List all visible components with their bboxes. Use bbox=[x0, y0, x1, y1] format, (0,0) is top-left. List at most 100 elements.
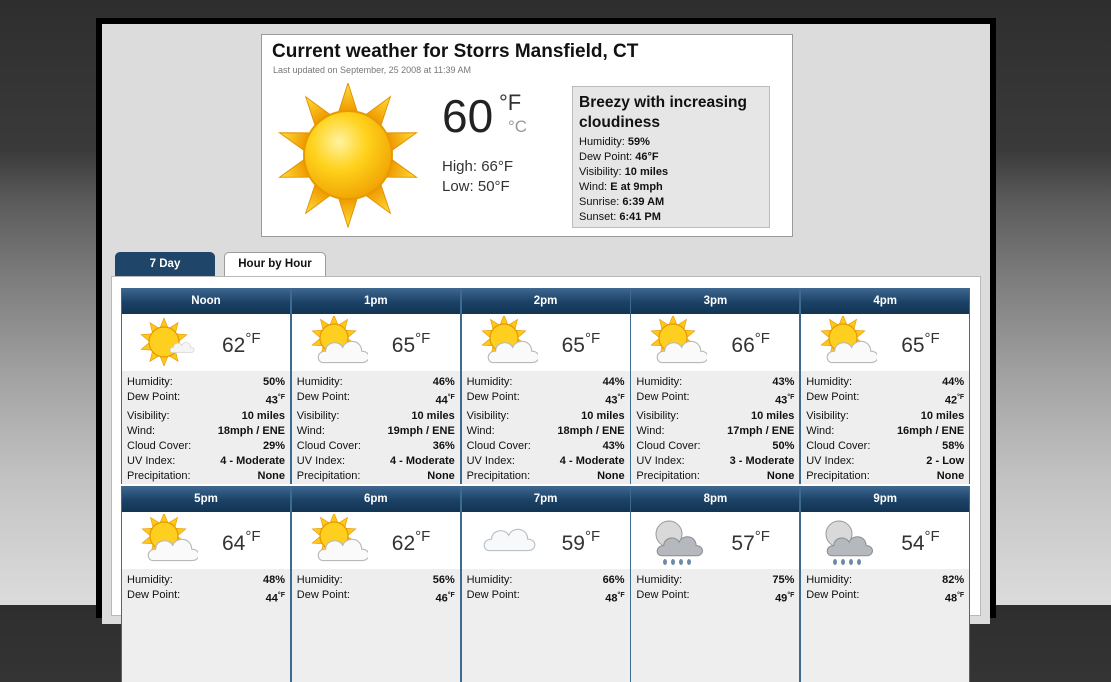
hour-icon-area: 57°F bbox=[631, 512, 800, 569]
hour-temperature: 65°F bbox=[901, 330, 940, 357]
detail-row: Precipitation: None bbox=[806, 469, 965, 482]
hour-details: Humidity: 50% Dew Point: 43°F Visibility: 10 … bbox=[122, 371, 290, 484]
hour-label: 5pm bbox=[122, 486, 290, 512]
detail-row: Dew Point: 43°F bbox=[466, 391, 625, 407]
hour-label: 4pm bbox=[801, 288, 970, 314]
hour-temperature: 65°F bbox=[391, 330, 431, 357]
hour-forecast-cell: 7pm 59°F Humidity: 66% Dew Point: 48°F bbox=[460, 486, 631, 682]
detail-row: Humidity: 56% bbox=[296, 574, 455, 586]
detail-row: Precipitation: None bbox=[636, 469, 795, 482]
hour-details: Humidity: 66% Dew Point: 48°F bbox=[461, 569, 630, 682]
fahrenheit-unit[interactable]: °F bbox=[499, 90, 521, 116]
detail-row: UV Index: 2 - Low bbox=[806, 454, 965, 467]
hour-icon-area: 62°F bbox=[122, 314, 290, 371]
detail-row: Humidity: 75% bbox=[636, 574, 795, 586]
current-title: Current weather for Storrs Mansfield, CT bbox=[272, 41, 639, 62]
hour-label: 7pm bbox=[461, 486, 630, 512]
hour-forecast-cell: 4pm 65°F Humidity: 44% Dew Point: 42°F Visibi… bbox=[800, 288, 971, 484]
detail-row: Dew Point: 42°F bbox=[806, 391, 965, 407]
partly-cloudy-icon bbox=[311, 316, 368, 364]
detail-row: Visibility: 10 miles bbox=[127, 409, 285, 422]
detail-row: Dew Point: 49°F bbox=[636, 589, 795, 605]
detail-row: Dew Point: 43°F bbox=[127, 391, 285, 407]
hour-forecast-cell: 8pm 57°F Humidity: 75% Dew Point: 49°F bbox=[630, 486, 801, 682]
detail-row: Humidity: 44% bbox=[466, 376, 625, 388]
detail-row: Dew Point: 44°F bbox=[296, 391, 455, 407]
detail-row: Cloud Cover: 50% bbox=[636, 439, 795, 452]
condition-detail-row: Humidity: 59% bbox=[579, 136, 650, 148]
hour-details: Humidity: 44% Dew Point: 42°F Visibility: 10 … bbox=[801, 371, 970, 484]
detail-row: Cloud Cover: 58% bbox=[806, 439, 965, 452]
hour-icon-area: 62°F bbox=[291, 512, 460, 569]
detail-row: Dew Point: 48°F bbox=[466, 589, 625, 605]
detail-row: Dew Point: 46°F bbox=[296, 589, 455, 605]
hour-label: 1pm bbox=[291, 288, 460, 314]
detail-row: Humidity: 44% bbox=[806, 376, 965, 388]
detail-row: UV Index: 4 - Moderate bbox=[466, 454, 625, 467]
detail-row: Wind: 17mph / ENE bbox=[636, 424, 795, 437]
tab-7-day[interactable]: 7 Day bbox=[115, 252, 215, 276]
hour-temperature: 59°F bbox=[561, 528, 601, 555]
detail-row: UV Index: 3 - Moderate bbox=[636, 454, 795, 467]
detail-row: Precipitation: None bbox=[127, 469, 285, 482]
current-weather-box: Current weather for Storrs Mansfield, CT… bbox=[261, 34, 793, 237]
condition-detail-row: Sunset: 6:41 PM bbox=[579, 211, 661, 223]
detail-row: Humidity: 66% bbox=[466, 574, 625, 586]
low-temperature: Low: 50°F bbox=[442, 178, 510, 195]
detail-row: Humidity: 46% bbox=[296, 376, 455, 388]
hour-label: 2pm bbox=[461, 288, 630, 314]
hour-temperature: 64°F bbox=[222, 528, 261, 555]
detail-row: Visibility: 10 miles bbox=[466, 409, 625, 422]
hour-temperature: 66°F bbox=[731, 330, 770, 357]
hour-icon-area: 66°F bbox=[631, 314, 800, 371]
hour-icon-area: 59°F bbox=[461, 512, 630, 569]
detail-row: Visibility: 10 miles bbox=[296, 409, 455, 422]
detail-row: Precipitation: None bbox=[296, 469, 455, 482]
partly-cloudy-icon bbox=[820, 316, 878, 364]
hour-temperature: 65°F bbox=[561, 330, 601, 357]
hour-details: Humidity: 46% Dew Point: 44°F Visibility: 10 … bbox=[291, 371, 460, 484]
hour-forecast-cell: 5pm 64°F Humidity: 48% Dew Point: 44°F bbox=[121, 486, 291, 682]
celsius-unit[interactable]: °C bbox=[508, 117, 527, 137]
detail-row: Humidity: 82% bbox=[806, 574, 965, 586]
detail-row: Wind: 16mph / ENE bbox=[806, 424, 965, 437]
condition-summary: Breezy with increasing cloudiness bbox=[579, 94, 747, 131]
conditions-box: Breezy with increasing cloudiness Humidi… bbox=[572, 86, 770, 228]
hour-temperature: 57°F bbox=[731, 528, 770, 555]
hour-forecast-cell: 1pm 65°F Humidity: 46% Dew Point: 44°F Visibi… bbox=[290, 288, 461, 484]
detail-row: Cloud Cover: 29% bbox=[127, 439, 285, 452]
hour-forecast-cell: 9pm 54°F Humidity: 82% Dew Point: 48°F bbox=[800, 486, 971, 682]
detail-row: Wind: 19mph / ENE bbox=[296, 424, 455, 437]
detail-row: Precipitation: None bbox=[466, 469, 625, 482]
night-rain-icon bbox=[655, 520, 704, 565]
detail-row: Humidity: 50% bbox=[127, 376, 285, 388]
current-temperature: 60 bbox=[442, 90, 494, 142]
detail-row: Dew Point: 44°F bbox=[127, 589, 285, 605]
hour-icon-area: 64°F bbox=[122, 512, 290, 569]
hour-icon-area: 54°F bbox=[801, 512, 970, 569]
detail-row: Humidity: 48% bbox=[127, 574, 285, 586]
hour-temperature: 62°F bbox=[391, 528, 431, 555]
hour-details: Humidity: 75% Dew Point: 49°F bbox=[631, 569, 800, 682]
hour-details: Humidity: 43% Dew Point: 43°F Visibility: 10 … bbox=[631, 371, 800, 484]
partly-cloudy-icon bbox=[311, 514, 368, 562]
partly-cloudy-icon bbox=[650, 316, 708, 364]
detail-row: Cloud Cover: 36% bbox=[296, 439, 455, 452]
detail-row: Dew Point: 48°F bbox=[806, 589, 965, 605]
last-updated: Last updated on September, 25 2008 at 11… bbox=[273, 65, 471, 75]
hour-details: Humidity: 82% Dew Point: 48°F bbox=[801, 569, 970, 682]
hour-icon-area: 65°F bbox=[291, 314, 460, 371]
tab-hour-by-hour[interactable]: Hour by Hour bbox=[224, 252, 326, 276]
condition-detail-row: Visibility: 10 miles bbox=[579, 166, 669, 178]
hour-forecast-cell: 6pm 62°F Humidity: 56% Dew Point: 46°F bbox=[290, 486, 461, 682]
hour-label: 8pm bbox=[631, 486, 800, 512]
night-rain-icon bbox=[825, 520, 874, 565]
partly-cloudy-icon bbox=[480, 316, 538, 364]
detail-row: UV Index: 4 - Moderate bbox=[127, 454, 285, 467]
detail-row: Cloud Cover: 43% bbox=[466, 439, 625, 452]
hour-icon-area: 65°F bbox=[801, 314, 970, 371]
hour-label: Noon bbox=[122, 288, 290, 314]
detail-row: Wind: 18mph / ENE bbox=[127, 424, 285, 437]
sun-icon bbox=[140, 317, 195, 367]
sun-icon bbox=[277, 83, 419, 229]
